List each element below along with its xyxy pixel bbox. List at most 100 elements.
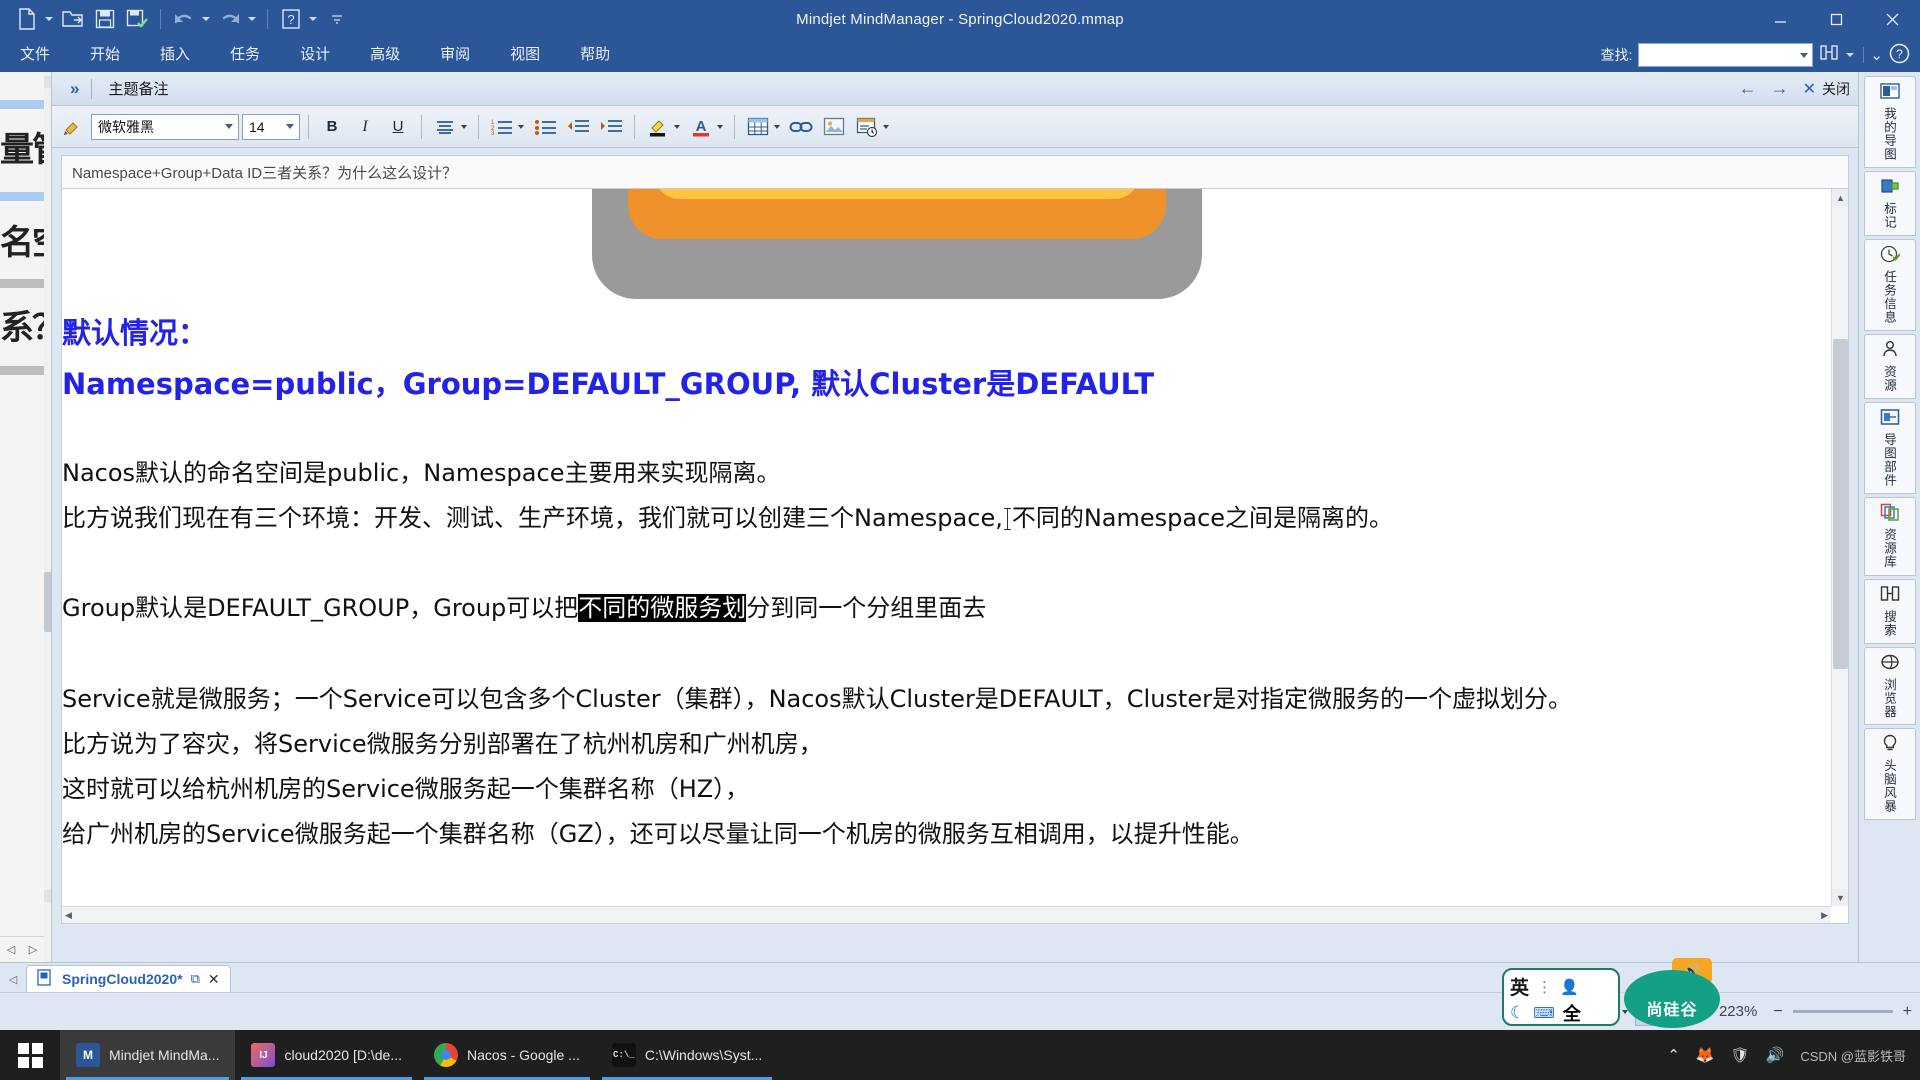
find-dropdown-icon[interactable] (1800, 52, 1809, 58)
menu-item-home[interactable]: 开始 (70, 41, 140, 69)
help-quick-icon[interactable]: ? (276, 5, 306, 33)
table-dropdown-icon[interactable] (774, 124, 780, 129)
map-node-clip-1[interactable]: 量管 (0, 122, 44, 171)
ime-user-icon[interactable]: 👤 (1560, 978, 1579, 996)
minimize-button[interactable] (1752, 0, 1808, 38)
menu-item-design[interactable]: 设计 (280, 41, 350, 69)
forward-arrow-icon[interactable]: → (1771, 78, 1789, 99)
menu-item-insert[interactable]: 插入 (140, 41, 210, 69)
ime-options-icon[interactable]: ⋮ (1537, 978, 1552, 996)
font-color-dropdown-icon[interactable] (717, 124, 723, 129)
map-scroll-thumb[interactable] (44, 572, 51, 632)
bold-button[interactable]: B (317, 112, 347, 142)
new-document-dropdown-icon[interactable] (45, 17, 53, 21)
selected-text[interactable]: 不同的微服务划 (578, 594, 747, 622)
font-color-icon[interactable]: A (686, 112, 716, 142)
format-painter-icon[interactable] (58, 112, 88, 142)
sidebar-item-resources[interactable]: 资源 (1863, 334, 1916, 399)
map-prev-button[interactable]: ◁ (0, 943, 22, 956)
align-dropdown-icon[interactable] (461, 124, 467, 129)
sidebar-item-library[interactable]: 资源库 (1863, 497, 1916, 576)
italic-button[interactable]: I (350, 112, 380, 142)
sidebar-item-my-maps[interactable]: 我的导图 (1863, 76, 1916, 168)
customize-toolbar-icon[interactable] (322, 5, 352, 33)
indent-icon[interactable] (596, 112, 626, 142)
sidebar-item-search[interactable]: 搜索 (1863, 578, 1916, 644)
back-arrow-icon[interactable]: ← (1739, 78, 1757, 99)
ime-moon-icon[interactable]: ☾ (1510, 1003, 1525, 1023)
menu-item-view[interactable]: 视图 (490, 41, 560, 69)
notes-scroll-down-icon[interactable]: ▼ (1832, 889, 1848, 906)
highlight-dropdown-icon[interactable] (674, 124, 680, 129)
numbered-list-dropdown-icon[interactable] (518, 124, 524, 129)
menu-item-task[interactable]: 任务 (210, 41, 280, 69)
menu-item-file[interactable]: 文件 (0, 41, 70, 69)
undo-dropdown-icon[interactable] (202, 17, 210, 21)
map-node-clip-3[interactable]: 系？ (0, 300, 44, 349)
tab-close-icon[interactable]: ✕ (208, 971, 220, 988)
sidebar-item-browser[interactable]: 浏览器 (1863, 646, 1916, 725)
ime-width-mode[interactable]: 全 (1563, 1000, 1581, 1026)
numbered-list-icon[interactable]: 123 (487, 112, 517, 142)
map-scroll-down-icon[interactable] (44, 890, 51, 902)
ime-language-label[interactable]: 英 (1510, 973, 1529, 1000)
image-icon[interactable] (819, 112, 849, 142)
font-family-combo[interactable]: 微软雅黑 (91, 113, 239, 140)
search-dropdown-icon[interactable] (1846, 53, 1855, 57)
help-icon[interactable]: ? (1889, 43, 1910, 68)
notes-canvas[interactable]: 默认情况： Namespace=public，Group=DEFAULT_GRO… (62, 189, 1831, 906)
redo-dropdown-icon[interactable] (248, 17, 256, 21)
map-next-button[interactable]: ▷ (22, 943, 44, 956)
notes-scroll-left-icon[interactable]: ◀ (65, 910, 72, 921)
undo-icon[interactable] (169, 5, 199, 33)
search-icon[interactable] (1819, 43, 1839, 67)
notes-vertical-scrollbar[interactable]: ▲ ▼ (1831, 189, 1848, 906)
ime-indicator[interactable]: 英 ⋮ 👤 ☾ ⌨ 全 (1502, 968, 1620, 1026)
close-panel-button[interactable]: ✕ 关闭 (1803, 79, 1850, 99)
tray-shield-icon[interactable]: 🛡 (1731, 1046, 1750, 1064)
chevron-down-icon[interactable]: ⌄ (1870, 46, 1883, 64)
sidebar-item-task-info[interactable]: 任务信息 (1863, 239, 1916, 331)
tab-prev-button[interactable]: ◁ (0, 966, 26, 992)
taskbar-item-chrome[interactable]: Nacos - Google ... (418, 1030, 596, 1080)
hyperlink-icon[interactable] (786, 112, 816, 142)
zoom-slider[interactable]: − + (1773, 1003, 1912, 1021)
object-icon[interactable] (852, 112, 882, 142)
sidebar-item-map-parts[interactable]: 导图部件 (1863, 402, 1916, 494)
tray-volume-icon[interactable]: 🔊 (1766, 1046, 1785, 1064)
save-icon[interactable] (90, 5, 120, 33)
font-size-combo[interactable]: 14 (242, 113, 300, 140)
tab-restore-icon[interactable]: ⧉ (191, 971, 200, 987)
font-size-dropdown-icon[interactable] (286, 124, 294, 129)
menu-item-advanced[interactable]: 高级 (350, 41, 420, 69)
zoom-in-button[interactable]: + (1903, 1003, 1912, 1021)
sidebar-item-markers[interactable]: 标记 (1863, 171, 1916, 236)
expand-chevrons-icon[interactable]: » (52, 79, 91, 99)
new-document-icon[interactable] (12, 5, 42, 33)
taskbar-item-cmd[interactable]: C:\_ C:\Windows\Syst... (596, 1030, 778, 1080)
underline-button[interactable]: U (383, 112, 413, 142)
find-combo[interactable] (1638, 43, 1814, 67)
save-as-icon[interactable] (122, 5, 152, 33)
notes-document[interactable]: 默认情况： Namespace=public，Group=DEFAULT_GRO… (61, 188, 1849, 924)
taskbar-item-intellij[interactable]: IJ cloud2020 [D:\de... (235, 1030, 418, 1080)
map-node-clip-2[interactable]: 名空 (0, 215, 44, 264)
menu-item-review[interactable]: 审阅 (420, 41, 490, 69)
open-document-icon[interactable] (58, 5, 88, 33)
find-input[interactable] (1639, 44, 1813, 66)
object-dropdown-icon[interactable] (883, 124, 889, 129)
highlight-icon[interactable] (643, 112, 673, 142)
notes-scroll-right-icon[interactable]: ▶ (1821, 910, 1828, 921)
notes-horizontal-scrollbar[interactable]: ◀ ▶ (62, 906, 1831, 923)
outdent-icon[interactable] (563, 112, 593, 142)
table-icon[interactable] (743, 112, 773, 142)
map-tree-scrollbar[interactable] (44, 72, 51, 962)
align-icon[interactable] (430, 112, 460, 142)
font-family-dropdown-icon[interactable] (225, 124, 233, 129)
notes-scroll-up-icon[interactable]: ▲ (1832, 189, 1848, 206)
notes-scroll-thumb[interactable] (1833, 339, 1848, 669)
bullet-list-icon[interactable] (530, 112, 560, 142)
help-dropdown-icon[interactable] (309, 17, 317, 21)
map-scroll-up-icon[interactable] (44, 76, 51, 88)
zoom-track[interactable] (1792, 1010, 1893, 1013)
